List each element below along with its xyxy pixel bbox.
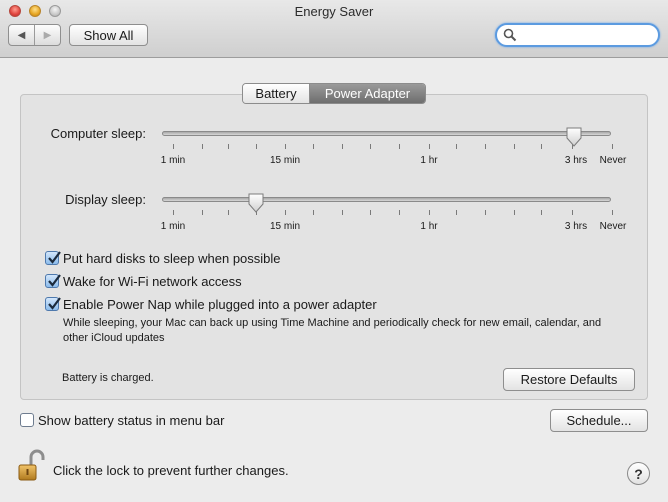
power-source-tabs: Battery Power Adapter [242, 83, 426, 104]
tick-label: Never [599, 221, 627, 232]
slider-tick [456, 144, 457, 149]
slider-tick [485, 144, 486, 149]
slider-tick [202, 144, 203, 149]
slider-tick [541, 144, 542, 149]
slider-tick [228, 210, 229, 215]
slider-tick [429, 210, 430, 215]
slider-tick [514, 210, 515, 215]
tick-label: 3 hrs [564, 155, 588, 166]
slider-tick [572, 210, 573, 215]
tick-label: 1 hr [420, 155, 438, 166]
tick-label: 1 min [160, 221, 186, 232]
tick-label: 3 hrs [564, 221, 588, 232]
checkmark-icon [48, 297, 61, 310]
window-toolbar: Energy Saver ◀ ▶ Show All [0, 0, 668, 58]
wake-wifi-checkbox[interactable] [45, 274, 61, 288]
slider-tick [313, 144, 314, 149]
slider-tick [256, 144, 257, 149]
slider-tick [173, 210, 174, 215]
computer-sleep-slider[interactable] [162, 131, 611, 136]
display-sleep-slider-knob[interactable] [247, 193, 265, 213]
menu-bar-battery-label: Show battery status in menu bar [38, 413, 225, 428]
back-forward-control: ◀ ▶ [8, 24, 61, 46]
tick-label: 1 hr [420, 221, 438, 232]
tick-label: 15 min [269, 155, 300, 166]
checkmark-icon [48, 251, 61, 264]
display-sleep-slider[interactable] [162, 197, 611, 202]
slider-tick [173, 144, 174, 149]
slider-tick [285, 144, 286, 149]
tab-battery[interactable]: Battery [243, 84, 310, 103]
slider-tick [399, 144, 400, 149]
slider-tick [485, 210, 486, 215]
slider-tick [612, 144, 613, 149]
slider-tick [370, 210, 371, 215]
display-sleep-label: Display sleep: [65, 192, 146, 207]
slider-tick [285, 210, 286, 215]
slider-tick [228, 144, 229, 149]
slider-tick [612, 210, 613, 215]
help-button[interactable]: ? [627, 462, 650, 485]
power-nap-label: Enable Power Nap while plugged into a po… [63, 297, 377, 312]
slider-tick [541, 210, 542, 215]
lock-instruction-text: Click the lock to prevent further change… [53, 463, 289, 478]
back-icon[interactable]: ◀ [9, 25, 34, 45]
schedule-button[interactable]: Schedule... [550, 409, 648, 432]
hard-disk-sleep-label: Put hard disks to sleep when possible [63, 251, 281, 266]
slider-tick [313, 210, 314, 215]
battery-status-text: Battery is charged. [62, 372, 154, 384]
tick-label: 15 min [269, 221, 300, 232]
slider-tick [399, 210, 400, 215]
tab-power-adapter[interactable]: Power Adapter [310, 84, 425, 103]
power-nap-description: While sleeping, your Mac can back up usi… [63, 317, 602, 344]
slider-tick [456, 210, 457, 215]
slider-tick [202, 210, 203, 215]
slider-tick [370, 144, 371, 149]
wake-wifi-label: Wake for Wi-Fi network access [63, 274, 242, 289]
tick-label: Never [599, 155, 627, 166]
hard-disk-sleep-checkbox[interactable] [45, 251, 61, 265]
restore-defaults-button[interactable]: Restore Defaults [503, 368, 635, 391]
slider-tick [429, 144, 430, 149]
computer-sleep-label: Computer sleep: [50, 126, 146, 141]
window-title: Energy Saver [294, 4, 374, 19]
slider-tick [514, 144, 515, 149]
forward-icon[interactable]: ▶ [34, 25, 60, 45]
slider-tick [342, 144, 343, 149]
power-nap-checkbox[interactable] [45, 297, 61, 311]
search-icon [503, 28, 517, 42]
search-input[interactable] [495, 23, 660, 47]
padlock-open-icon[interactable] [17, 449, 47, 483]
show-all-button[interactable]: Show All [69, 24, 148, 46]
tick-label: 1 min [160, 155, 186, 166]
checkmark-icon [48, 274, 61, 287]
menu-bar-battery-checkbox[interactable] [20, 413, 34, 427]
computer-sleep-slider-knob[interactable] [565, 127, 583, 147]
slider-tick [342, 210, 343, 215]
